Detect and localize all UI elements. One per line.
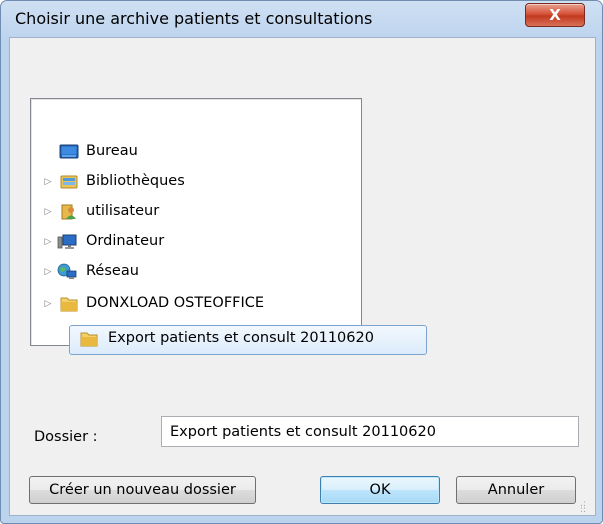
- new-folder-button[interactable]: Créer un nouveau dossier: [29, 476, 256, 504]
- folder-icon: [60, 297, 78, 312]
- network-icon: [57, 263, 77, 279]
- desktop-icon: [59, 144, 79, 159]
- folder-icon: [80, 332, 98, 347]
- tree-item-label: Export patients et consult 20110620: [108, 330, 374, 346]
- resize-grip-icon[interactable]: .:::: [580, 500, 592, 515]
- expand-arrow-icon[interactable]: ▷: [43, 177, 53, 187]
- folder-tree[interactable]: Bureau ▷ Bibliothèques ▷ utilisateur ▷ O…: [30, 98, 362, 346]
- folder-field-label: Dossier :: [34, 429, 98, 445]
- tree-item-export-selected[interactable]: Export patients et consult 20110620: [69, 325, 427, 355]
- tree-item-label: DONXLOAD OSTEOFFICE: [86, 295, 265, 311]
- title-bar[interactable]: Choisir une archive patients et consulta…: [1, 1, 602, 37]
- folder-name-input[interactable]: [161, 416, 579, 447]
- dialog-window: Choisir une archive patients et consulta…: [0, 0, 603, 524]
- window-title: Choisir une archive patients et consulta…: [15, 9, 373, 28]
- expand-arrow-icon[interactable]: ▷: [43, 237, 53, 247]
- close-button[interactable]: X: [525, 3, 585, 27]
- tree-item-label: Bureau: [86, 143, 138, 159]
- close-icon: X: [549, 6, 561, 24]
- computer-icon: [57, 234, 77, 249]
- expand-arrow-icon[interactable]: ▷: [43, 267, 53, 277]
- expand-arrow-icon[interactable]: ▷: [43, 299, 53, 309]
- tree-item-label: Réseau: [86, 263, 139, 279]
- libraries-icon: [60, 175, 78, 189]
- cancel-button[interactable]: Annuler: [456, 476, 576, 504]
- expand-arrow-icon[interactable]: ▷: [43, 207, 53, 217]
- user-folder-icon: [61, 204, 76, 220]
- tree-item-label: Bibliothèques: [86, 173, 185, 189]
- tree-item-label: utilisateur: [86, 203, 160, 219]
- tree-item-label: Ordinateur: [86, 233, 165, 249]
- ok-button[interactable]: OK: [320, 476, 440, 504]
